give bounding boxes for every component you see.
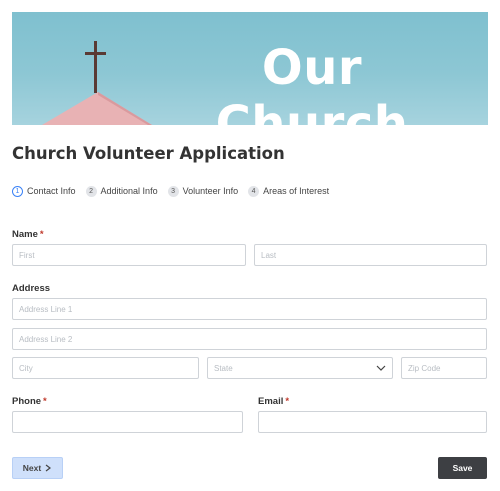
first-name-input[interactable]	[12, 244, 246, 266]
step-number: 1	[12, 185, 23, 197]
address-label: Address	[12, 283, 50, 294]
required-marker: *	[285, 396, 290, 407]
last-name-input[interactable]	[254, 244, 487, 266]
step-label: Contact Info	[27, 186, 76, 196]
address-line1-input[interactable]	[12, 298, 487, 320]
step-number: 2	[85, 185, 97, 197]
banner-title: Our Church	[215, 40, 409, 125]
step-number: 3	[167, 185, 179, 197]
email-input[interactable]	[258, 411, 487, 433]
address-label-text: Address	[12, 283, 51, 294]
email-label: Email *	[258, 396, 289, 407]
step-label: Areas of Interest	[263, 186, 330, 196]
phone-label: Phone *	[12, 396, 47, 407]
step-areas-of-interest[interactable]: 4 Areas of Interest	[248, 185, 330, 197]
address-line2-input[interactable]	[12, 328, 487, 350]
state-select[interactable]: State	[207, 357, 393, 379]
save-button-label: Save	[452, 463, 473, 473]
chevron-right-icon	[45, 464, 52, 472]
next-button-label: Next	[22, 463, 42, 473]
email-label-text: Email	[258, 396, 284, 407]
phone-input[interactable]	[12, 411, 243, 433]
step-number: 4	[248, 185, 260, 197]
phone-label-text: Phone	[12, 396, 42, 407]
required-marker: *	[43, 396, 47, 407]
form-title: Church Volunteer Application	[12, 144, 285, 163]
name-label-text: Name	[12, 229, 38, 240]
step-label: Volunteer Info	[182, 186, 239, 196]
city-input[interactable]	[12, 357, 199, 379]
header-banner: Our Church	[12, 12, 488, 125]
step-contact-info[interactable]: 1 Contact Info	[12, 185, 76, 197]
step-label: Additional Info	[100, 186, 158, 196]
required-marker: *	[39, 229, 44, 240]
step-progress: 1 Contact Info 2 Additional Info 3 Volun…	[12, 184, 339, 198]
step-additional-info[interactable]: 2 Additional Info	[85, 185, 158, 197]
name-label: Name *	[12, 229, 44, 240]
chevron-down-icon	[376, 365, 386, 371]
state-select-placeholder: State	[214, 364, 233, 373]
step-volunteer-info[interactable]: 3 Volunteer Info	[167, 185, 239, 197]
save-button[interactable]: Save	[438, 457, 487, 479]
next-button[interactable]: Next	[12, 457, 63, 479]
zip-code-input[interactable]	[401, 357, 487, 379]
cross-icon	[85, 41, 106, 93]
